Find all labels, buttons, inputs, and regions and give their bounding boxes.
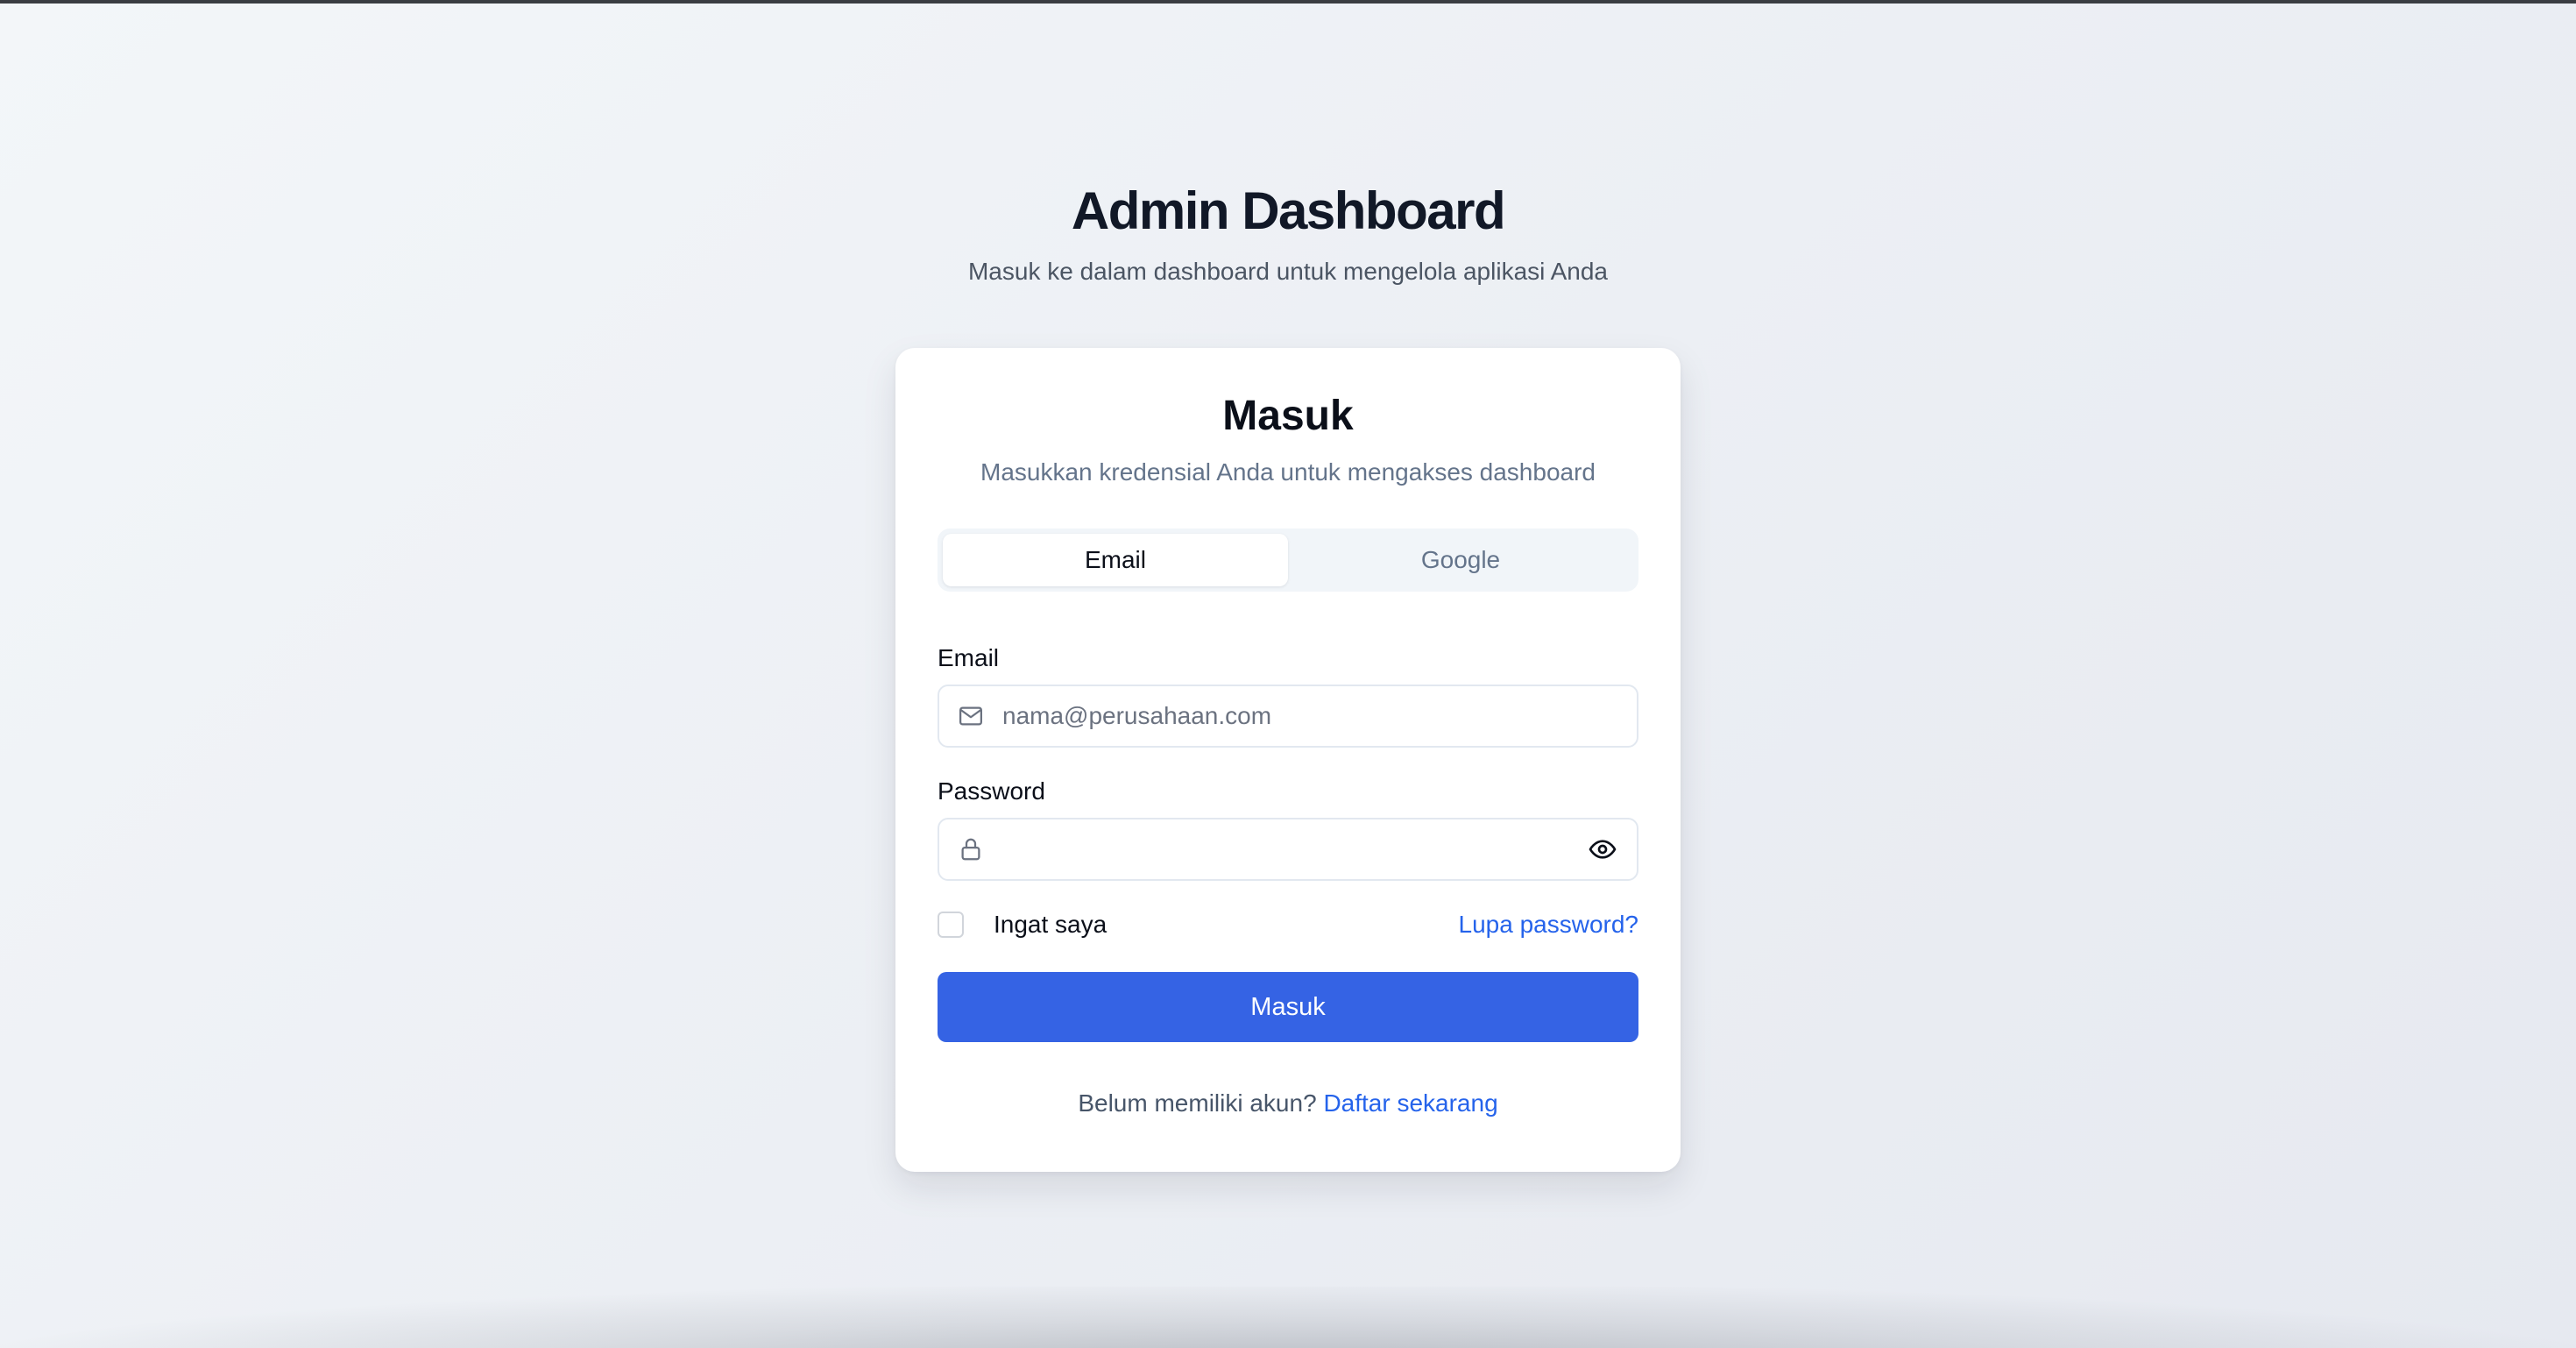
tab-google[interactable]: Google bbox=[1288, 534, 1633, 586]
forgot-password-link[interactable]: Lupa password? bbox=[1459, 911, 1638, 939]
login-method-tabs: Email Google bbox=[938, 529, 1638, 592]
tab-email[interactable]: Email bbox=[943, 534, 1288, 586]
window-top-edge bbox=[0, 0, 2576, 4]
options-row: Ingat saya Lupa password? bbox=[938, 907, 1638, 942]
remember-me: Ingat saya bbox=[938, 911, 1107, 939]
email-label: Email bbox=[938, 644, 1000, 671]
email-input[interactable] bbox=[1002, 686, 1637, 746]
lock-icon bbox=[939, 836, 1002, 862]
page-subtitle: Masuk ke dalam dashboard untuk mengelola… bbox=[967, 258, 1608, 285]
page-header: Admin Dashboard Masuk ke dalam dashboard… bbox=[0, 172, 2576, 289]
bottom-window-shadow bbox=[0, 1287, 2576, 1348]
password-input[interactable] bbox=[1002, 819, 1568, 879]
signup-row: Belum memiliki akun? Daftar sekarang bbox=[938, 1086, 1638, 1121]
remember-me-checkbox[interactable] bbox=[938, 912, 964, 938]
signup-link[interactable]: Daftar sekarang bbox=[1323, 1089, 1497, 1117]
login-card: Masuk Masukkan kredensial Anda untuk men… bbox=[895, 348, 1681, 1172]
password-field-wrapper bbox=[938, 818, 1638, 881]
signup-prompt: Belum memiliki akun? bbox=[1078, 1089, 1317, 1117]
remember-me-label[interactable]: Ingat saya bbox=[994, 911, 1107, 939]
eye-icon bbox=[1589, 840, 1617, 859]
email-field-wrapper bbox=[938, 685, 1638, 748]
login-submit-button[interactable]: Masuk bbox=[938, 972, 1638, 1042]
card-title: Masuk bbox=[1222, 393, 1354, 439]
password-label: Password bbox=[938, 777, 1045, 805]
show-password-button[interactable] bbox=[1568, 819, 1637, 879]
page-title: Admin Dashboard bbox=[1071, 181, 1506, 240]
card-subtitle: Masukkan kredensial Anda untuk mengakses… bbox=[980, 458, 1596, 486]
mail-icon bbox=[939, 703, 1002, 729]
